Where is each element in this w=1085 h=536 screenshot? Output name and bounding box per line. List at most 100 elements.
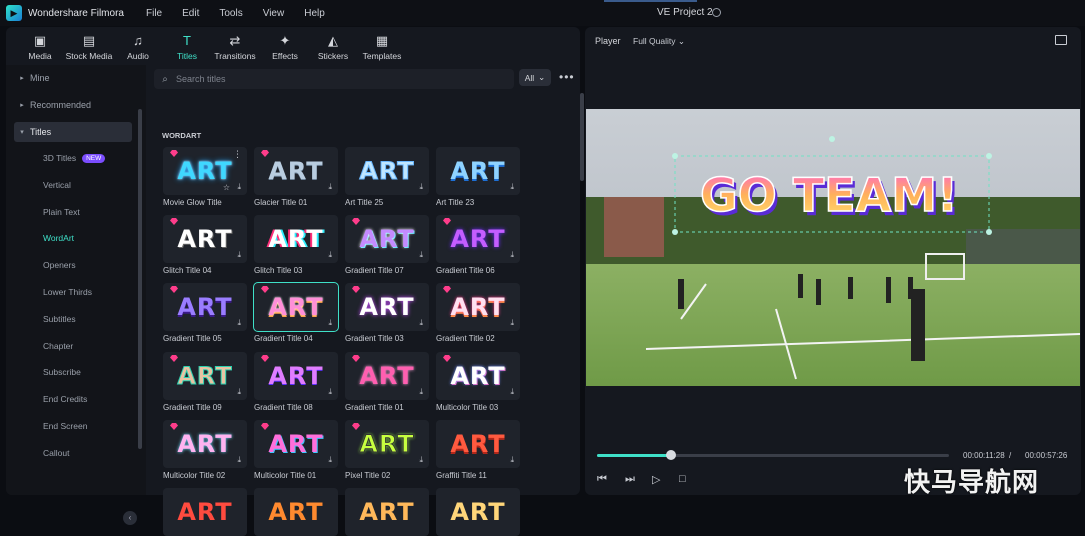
title-card[interactable]: ART ⤓ <box>436 283 520 331</box>
resize-handle[interactable] <box>672 229 678 235</box>
title-card[interactable]: ART <box>345 488 429 536</box>
download-icon[interactable]: ⤓ <box>328 250 332 260</box>
search-box[interactable]: ⌕ <box>154 69 514 89</box>
playback-timeline[interactable] <box>597 450 949 460</box>
title-card-name: Multicolor Title 02 <box>163 471 226 480</box>
previous-frame-icon[interactable]: ⏮ <box>597 473 607 486</box>
favorite-star-icon[interactable]: ☆ <box>223 183 230 192</box>
sidebar-item-callout[interactable]: Callout <box>43 448 69 458</box>
tab-audio[interactable]: ♫ Audio <box>118 27 158 65</box>
sidebar-item-subscribe[interactable]: Subscribe <box>43 367 81 377</box>
download-icon[interactable]: ⤓ <box>419 182 423 192</box>
download-icon[interactable]: ⤓ <box>510 250 514 260</box>
resize-handle[interactable] <box>986 229 992 235</box>
video-preview[interactable]: GO TEAM! GO TEAM! <box>586 109 1080 386</box>
title-card[interactable]: ART ⤓ <box>345 215 429 263</box>
stop-icon[interactable]: □ <box>679 473 686 485</box>
download-icon[interactable]: ⤓ <box>419 455 423 465</box>
card-menu-icon[interactable]: ⋮ <box>233 149 242 160</box>
title-card[interactable]: ART ⤓ <box>163 420 247 468</box>
snapshot-icon[interactable] <box>1055 35 1067 45</box>
title-card[interactable]: ART ⤓ <box>436 215 520 263</box>
playhead-knob[interactable] <box>665 450 676 460</box>
menu-file[interactable]: File <box>146 8 162 19</box>
title-card[interactable]: ART ⤓ <box>345 420 429 468</box>
title-card[interactable]: ART ⤓ <box>253 282 339 332</box>
download-icon[interactable]: ⤓ <box>328 455 332 465</box>
sidebar-item-subtitles[interactable]: Subtitles <box>43 314 76 324</box>
sidebar-item-wordart[interactable]: WordArt <box>43 233 74 243</box>
title-card[interactable]: ART ⤓ <box>254 215 338 263</box>
title-card[interactable]: ART <box>163 488 247 536</box>
title-card[interactable]: ART <box>254 488 338 536</box>
download-icon[interactable]: ⤓ <box>328 182 332 192</box>
title-card[interactable]: ART <box>436 488 520 536</box>
title-card[interactable]: ART ⤓ <box>254 352 338 400</box>
menu-tools[interactable]: Tools <box>219 8 242 19</box>
download-icon[interactable]: ⤓ <box>237 318 241 328</box>
resize-handle[interactable] <box>986 153 992 159</box>
resize-handle[interactable] <box>672 153 678 159</box>
sidebar-group-titles[interactable]: ▾ Titles <box>14 122 132 142</box>
sidebar-item-plain-text[interactable]: Plain Text <box>43 207 80 217</box>
sidebar-item-end-credits[interactable]: End Credits <box>43 394 87 404</box>
play-icon[interactable]: ▷ <box>652 473 660 486</box>
sidebar-item-3d-titles[interactable]: 3D Titles NEW <box>43 153 106 163</box>
tab-titles[interactable]: T Titles <box>167 27 207 65</box>
download-icon[interactable]: ⤓ <box>328 318 332 328</box>
title-card[interactable]: ART ⤓ <box>436 420 520 468</box>
sidebar-item-openers[interactable]: Openers <box>43 260 76 270</box>
sidebar-scrollbar[interactable] <box>138 109 142 449</box>
menu-help[interactable]: Help <box>304 8 325 19</box>
download-icon[interactable]: ⤓ <box>510 387 514 397</box>
title-card[interactable]: ART ⤓ <box>254 147 338 195</box>
menu-edit[interactable]: Edit <box>182 8 199 19</box>
download-icon[interactable]: ⤓ <box>237 455 241 465</box>
rotate-handle[interactable] <box>829 136 835 142</box>
download-icon[interactable]: ⤓ <box>237 182 241 192</box>
download-icon[interactable]: ⤓ <box>328 387 332 397</box>
tab-effects[interactable]: ✦ Effects <box>265 27 305 65</box>
download-icon[interactable]: ⤓ <box>237 387 241 397</box>
title-card[interactable]: ART ⤓ <box>436 352 520 400</box>
title-card[interactable]: ART ⤓ <box>436 147 520 195</box>
title-card[interactable]: ART ⤓ <box>163 283 247 331</box>
title-card[interactable]: ART ⤓ <box>345 283 429 331</box>
filter-dropdown[interactable]: All ⌄ <box>519 69 551 86</box>
tab-media[interactable]: ▣ Media <box>24 27 57 65</box>
quality-dropdown[interactable]: Full Quality ⌄ <box>633 36 685 47</box>
title-card[interactable]: ART ⤓ <box>254 420 338 468</box>
tab-transitions[interactable]: ⇄ Transitions <box>207 27 263 65</box>
title-card[interactable]: ART ⤓ <box>345 352 429 400</box>
title-card[interactable]: ART ⤓ <box>345 147 429 195</box>
download-icon[interactable]: ⤓ <box>419 387 423 397</box>
stock-media-icon: ▤ <box>82 33 96 48</box>
search-input[interactable] <box>176 74 476 84</box>
sidebar-item-lower-thirds[interactable]: Lower Thirds <box>43 287 92 297</box>
step-back-icon[interactable]: ⏭ <box>625 473 635 486</box>
more-options-icon[interactable]: ••• <box>559 70 575 84</box>
sidebar-item-end-screen[interactable]: End Screen <box>43 421 87 431</box>
tab-stickers[interactable]: ◭ Stickers <box>309 27 357 65</box>
download-icon[interactable]: ⤓ <box>419 318 423 328</box>
download-icon[interactable]: ⤓ <box>510 318 514 328</box>
overlay-text[interactable]: GO TEAM! <box>699 167 959 223</box>
player-tab[interactable]: Player <box>595 36 621 46</box>
download-icon[interactable]: ⤓ <box>510 455 514 465</box>
project-status-icon[interactable] <box>712 8 721 17</box>
sidebar-item-vertical[interactable]: Vertical <box>43 180 71 190</box>
sidebar-group-mine[interactable]: ▸ Mine <box>14 68 132 88</box>
download-icon[interactable]: ⤓ <box>419 250 423 260</box>
collapse-sidebar-icon[interactable]: ‹ <box>123 511 137 525</box>
tab-stock-media[interactable]: ▤ Stock Media <box>60 27 118 65</box>
download-icon[interactable]: ⤓ <box>237 250 241 260</box>
tab-templates[interactable]: ▦ Templates <box>357 27 407 65</box>
content-scrollbar[interactable] <box>580 93 584 181</box>
download-icon[interactable]: ⤓ <box>510 182 514 192</box>
sidebar-item-chapter[interactable]: Chapter <box>43 341 73 351</box>
sidebar-group-recommended[interactable]: ▸ Recommended <box>14 95 132 115</box>
title-card[interactable]: ART ⤓ ⋮ ☆ <box>163 147 247 195</box>
title-card[interactable]: ART ⤓ <box>163 215 247 263</box>
title-card[interactable]: ART ⤓ <box>163 352 247 400</box>
menu-view[interactable]: View <box>263 8 285 19</box>
